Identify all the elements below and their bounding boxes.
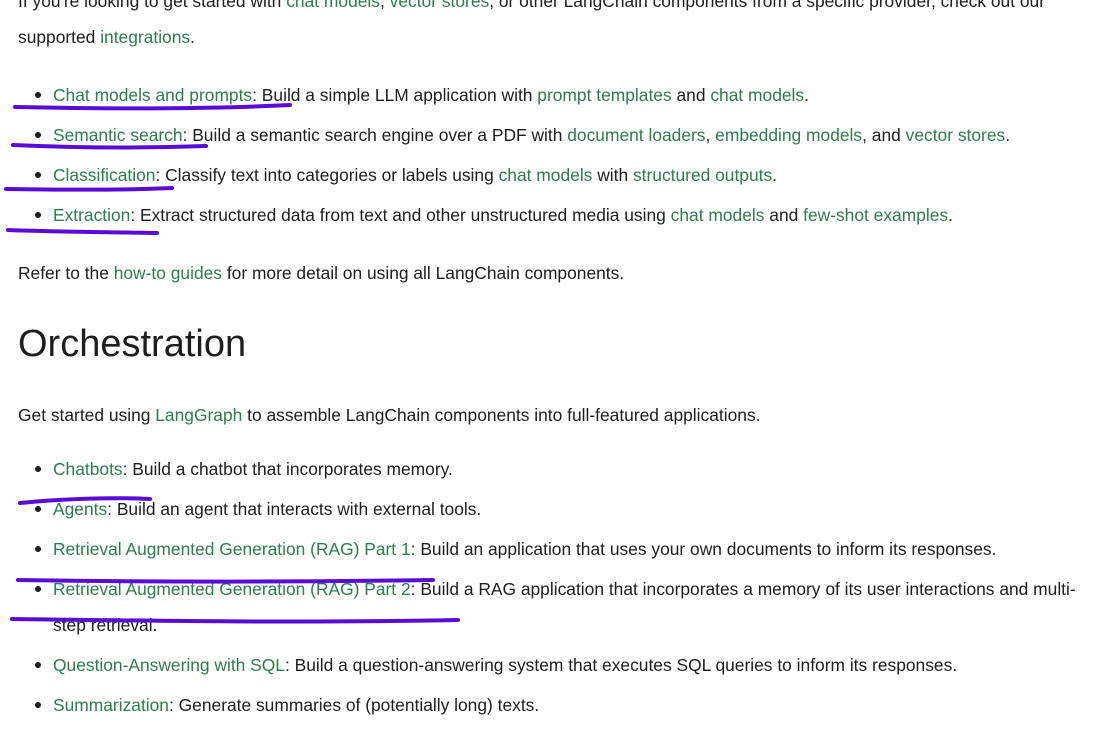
list-item: Classification: Classify text into categ… [18, 157, 1098, 193]
link-few-shot-examples[interactable]: few-shot examples [803, 205, 948, 225]
link-summarization[interactable]: Summarization [53, 695, 169, 715]
link-chat-models-and-prompts[interactable]: Chat models and prompts [53, 85, 252, 105]
link-semantic-search[interactable]: Semantic search [53, 125, 183, 145]
list-item: Summarization: Generate summaries of (po… [18, 687, 1098, 723]
section-heading-orchestration: Orchestration [18, 323, 247, 365]
link-chat-models[interactable]: chat models [671, 205, 765, 225]
basics-list: Chat models and prompts: Build a simple … [18, 77, 1098, 233]
list-item: Extraction: Extract structured data from… [18, 197, 1098, 233]
link-chat-models[interactable]: chat models [499, 165, 593, 185]
list-item: Retrieval Augmented Generation (RAG) Par… [18, 571, 1098, 643]
link-question-answering-sql[interactable]: Question-Answering with SQL [53, 655, 285, 675]
link-vector-stores[interactable]: vector stores [390, 0, 490, 11]
doc-content: If you're looking to get started with ch… [18, 0, 1098, 727]
link-chat-models[interactable]: chat models [710, 85, 804, 105]
link-classification[interactable]: Classification [53, 165, 155, 185]
link-document-loaders[interactable]: document loaders [567, 125, 705, 145]
link-embedding-models[interactable]: embedding models [715, 125, 862, 145]
list-item: Semantic search: Build a semantic search… [18, 117, 1098, 153]
refer-paragraph: Refer to the how-to guides for more deta… [18, 263, 625, 283]
link-prompt-templates[interactable]: prompt templates [537, 85, 671, 105]
link-integrations[interactable]: integrations [100, 27, 190, 47]
list-item: Agents: Build an agent that interacts wi… [18, 491, 1098, 527]
intro-paragraph: If you're looking to get started with ch… [18, 0, 1098, 55]
link-extraction[interactable]: Extraction [53, 205, 130, 225]
list-item: Chat models and prompts: Build a simple … [18, 77, 1098, 113]
orchestration-intro: Get started using LangGraph to assemble … [18, 405, 761, 425]
orchestration-list: Chatbots: Build a chatbot that incorpora… [18, 451, 1098, 723]
link-how-to-guides[interactable]: how-to guides [114, 263, 222, 283]
list-item: Question-Answering with SQL: Build a que… [18, 647, 1098, 683]
link-chat-models[interactable]: chat models [286, 0, 380, 11]
link-structured-outputs[interactable]: structured outputs [633, 165, 772, 185]
link-rag-part-2[interactable]: Retrieval Augmented Generation (RAG) Par… [53, 579, 411, 599]
link-langgraph[interactable]: LangGraph [155, 405, 242, 425]
list-item: Retrieval Augmented Generation (RAG) Par… [18, 531, 1098, 567]
link-vector-stores[interactable]: vector stores [906, 125, 1006, 145]
list-item: Chatbots: Build a chatbot that incorpora… [18, 451, 1098, 487]
link-agents[interactable]: Agents [53, 499, 107, 519]
link-chatbots[interactable]: Chatbots [53, 459, 123, 479]
link-rag-part-1[interactable]: Retrieval Augmented Generation (RAG) Par… [53, 539, 411, 559]
